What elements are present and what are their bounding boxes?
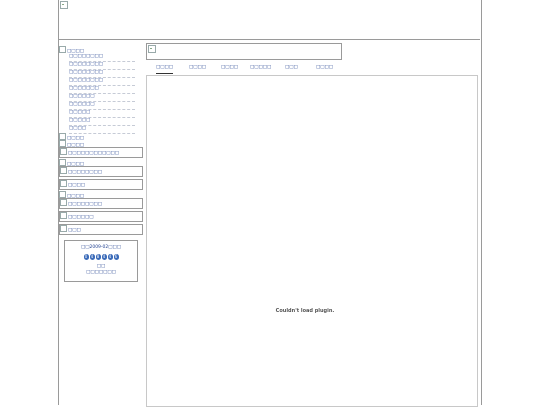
counter-digit: 4	[89, 254, 95, 260]
plugin-error-message: Couldn't load plugin.	[275, 308, 335, 314]
broken-image-icon	[59, 46, 66, 53]
broken-image-icon	[60, 167, 67, 174]
visitor-counter: □□2009-02□□□ 0 4 8 4 4 6 □□ □□□□□□□	[64, 240, 138, 282]
tab-2[interactable]: □□□□	[189, 65, 206, 73]
sidebar-sub-item[interactable]: □□□□□□	[69, 94, 135, 102]
sidebar-sub-item[interactable]: □□□□□□□□	[69, 70, 135, 78]
counter-digit: 4	[101, 254, 107, 260]
broken-image-icon	[148, 45, 156, 53]
sidebar-boxed-link[interactable]: □□□□	[59, 179, 143, 190]
sidebar-sub-item[interactable]: □□□□□	[69, 110, 135, 118]
title-image	[146, 43, 342, 60]
sidebar-link[interactable]: □□□□	[59, 140, 84, 148]
counter-digit: 8	[95, 254, 101, 260]
sidebar-sub-item[interactable]: □□□□□	[69, 118, 135, 126]
tab-5[interactable]: □□□	[285, 65, 298, 73]
tab-3[interactable]: □□□□	[221, 65, 238, 73]
sidebar-sub-item[interactable]: □□□□□□□□	[69, 78, 135, 86]
tab-1[interactable]: □□□□	[156, 65, 174, 74]
sidebar-link[interactable]: □□□□	[59, 133, 84, 141]
sidebar-boxed-link[interactable]: □□□□□□	[59, 211, 143, 222]
counter-digits: 0 4 8 4 4 6	[65, 254, 137, 260]
sidebar-link[interactable]: □□□□	[59, 191, 84, 199]
sidebar-section-title[interactable]: □□□□	[59, 46, 84, 54]
broken-image-icon	[60, 148, 67, 155]
broken-image-icon	[60, 1, 68, 9]
tab-6[interactable]: □□□□	[316, 65, 333, 73]
main-content: □□□□ □□□□ □□□□ □□□□□ □□□ □□□□ Couldn't l…	[145, 43, 478, 407]
broken-image-icon	[59, 159, 66, 166]
counter-digit: 6	[113, 254, 119, 260]
broken-image-icon	[59, 140, 66, 147]
sidebar-boxed-link[interactable]: □□□□□□□□	[59, 198, 143, 209]
counter-digit: 0	[83, 254, 89, 260]
broken-image-icon	[60, 180, 67, 187]
counter-digit: 4	[107, 254, 113, 260]
tab-4[interactable]: □□□□□	[250, 65, 271, 73]
counter-link[interactable]: □□□□□□□	[65, 270, 137, 275]
sidebar-boxed-link[interactable]: □□□□□□□□	[59, 166, 143, 177]
broken-image-icon	[60, 225, 67, 232]
counter-title: □□2009-02□□□	[80, 245, 122, 250]
sidebar-sub-item[interactable]: □□□□□□□	[69, 86, 135, 94]
tab-bar: □□□□ □□□□ □□□□ □□□□□ □□□ □□□□	[145, 65, 478, 74]
broken-image-icon	[59, 191, 66, 198]
counter-label: □□	[96, 264, 106, 269]
sidebar-sub-item[interactable]: □□□□□□□□	[69, 54, 135, 62]
plugin-area[interactable]: Couldn't load plugin.	[146, 75, 478, 407]
sidebar-boxed-link[interactable]: □□□□□□□□□□□□	[59, 147, 143, 158]
banner-image	[59, 0, 480, 40]
sidebar-sub-item[interactable]: □□□□□□	[69, 102, 135, 110]
broken-image-icon	[59, 133, 66, 140]
sidebar-sub-item[interactable]: □□□□□□□□	[69, 62, 135, 70]
sidebar-link[interactable]: □□□□	[59, 159, 84, 167]
broken-image-icon	[60, 199, 67, 206]
broken-image-icon	[60, 212, 67, 219]
sidebar-boxed-link[interactable]: □□□	[59, 224, 143, 235]
